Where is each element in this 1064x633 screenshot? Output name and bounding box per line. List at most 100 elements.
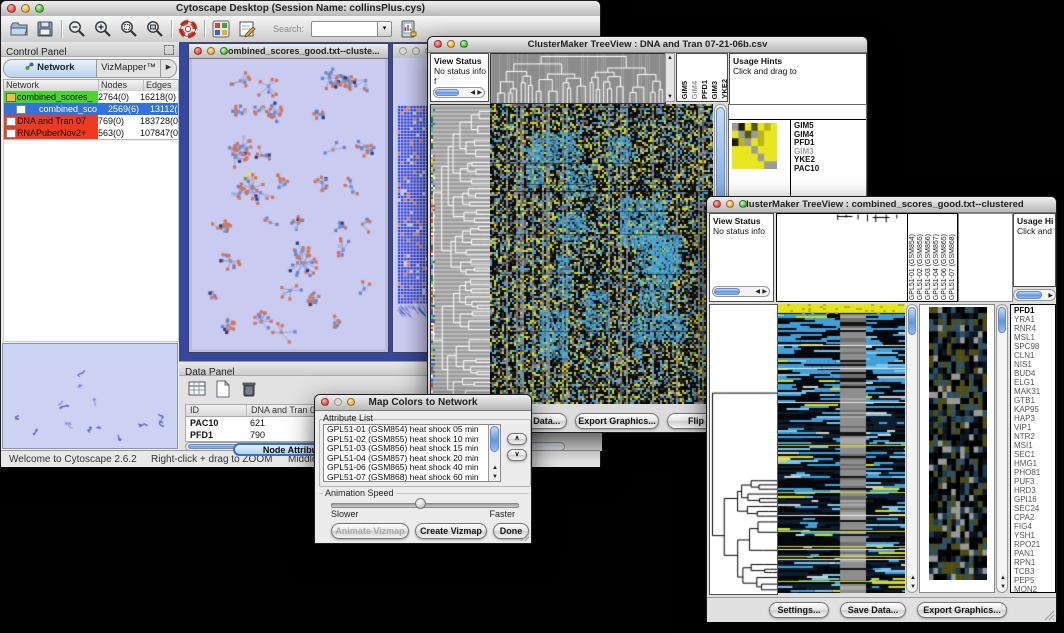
gene-list-scrollbar-top[interactable]: ▶ xyxy=(1013,289,1056,301)
gene-label[interactable]: RPO21 xyxy=(1014,540,1040,549)
attribute-list-scrollbar[interactable]: ▲▼ xyxy=(488,425,500,481)
gene-label[interactable]: HMG1 xyxy=(1014,459,1040,468)
gene-label[interactable]: PHO81 xyxy=(1014,468,1040,477)
tab-vizmapper[interactable]: VizMapper™ xyxy=(97,60,161,77)
zoom-window-icon[interactable] xyxy=(739,200,747,208)
zoom-heatmap-canvas[interactable] xyxy=(929,307,987,580)
heatmap-canvas[interactable] xyxy=(490,104,713,404)
save-data-button[interactable]: Save Data... xyxy=(840,602,906,618)
help-lifesaver-icon[interactable] xyxy=(178,19,198,39)
float-panel-icon[interactable] xyxy=(164,45,174,55)
gene-label[interactable]: MON2 xyxy=(1014,585,1040,593)
gene-label[interactable]: PEP5 xyxy=(1014,576,1040,585)
gene-label[interactable]: MSI1 xyxy=(1014,441,1040,450)
gene-label[interactable]: HAP3 xyxy=(1014,414,1040,423)
zoom-in-icon[interactable] xyxy=(93,19,113,39)
zoom-selected-icon[interactable] xyxy=(119,19,139,39)
create-vizmap-button[interactable]: Create Vizmap xyxy=(415,523,487,539)
delete-attribute-trash-icon[interactable] xyxy=(239,379,259,399)
attribute-list-item[interactable]: GPL51-07 (GSM868) heat shock 60 min xyxy=(324,473,500,483)
close-icon[interactable] xyxy=(713,200,721,208)
birdseye-overview-canvas[interactable] xyxy=(2,343,178,449)
gene-label[interactable]: TCB3 xyxy=(1014,567,1040,576)
column-label[interactable]: GIM4 xyxy=(690,81,699,99)
gene-label[interactable]: CPA2 xyxy=(1014,513,1040,522)
close-icon[interactable] xyxy=(194,47,202,55)
column-label[interactable]: GPL51-01 (GSM854) xyxy=(909,234,916,300)
attribute-table-icon[interactable] xyxy=(187,379,207,399)
zoom-heatmap-vscrollbar[interactable]: ▲▼ xyxy=(996,304,1008,593)
gene-label[interactable]: NTR2 xyxy=(1014,432,1040,441)
gene-label[interactable]: YRA1 xyxy=(1014,315,1040,324)
gene-label[interactable]: RPN1 xyxy=(1014,558,1040,567)
gene-label[interactable]: MAK31 xyxy=(1014,387,1040,396)
animate-vizmap-button[interactable]: Animate Vizmap xyxy=(331,523,409,539)
export-graphics-button[interactable]: Export Graphics... xyxy=(575,413,659,429)
gene-label[interactable]: HRD3 xyxy=(1014,486,1040,495)
dendrogram-scroll-strip[interactable]: ▲▼ xyxy=(665,53,675,102)
gene-label[interactable]: VIP1 xyxy=(1014,423,1040,432)
network-list-row[interactable]: combined_sco 2569(6) 13112(15) xyxy=(4,103,178,115)
zoom-window-icon[interactable] xyxy=(460,40,468,48)
gene-label[interactable]: SEC1 xyxy=(1014,450,1040,459)
column-label[interactable]: GIM3 xyxy=(710,81,719,99)
gene-label[interactable]: PAN1 xyxy=(1014,549,1040,558)
settings-button[interactable]: Settings... xyxy=(769,602,829,618)
gene-label[interactable]: RNR4 xyxy=(1014,324,1040,333)
zoom-window-icon[interactable] xyxy=(347,398,355,406)
close-icon[interactable] xyxy=(7,4,16,13)
column-dendrogram-canvas[interactable] xyxy=(490,53,666,104)
resize-grip-icon[interactable] xyxy=(520,532,530,542)
minimize-icon[interactable] xyxy=(21,4,30,13)
animation-slider-thumb[interactable] xyxy=(415,498,426,509)
column-label[interactable]: PFD1 xyxy=(700,80,709,99)
search-dropdown-icon[interactable]: ▾ xyxy=(377,21,392,37)
move-up-button[interactable]: ∧ xyxy=(507,433,527,445)
close-icon[interactable] xyxy=(321,398,329,406)
gene-label[interactable]: MSL1 xyxy=(1014,333,1040,342)
gene-label[interactable]: SEC24 xyxy=(1014,504,1040,513)
main-titlebar[interactable]: Cytoscape Desktop (Session Name: collins… xyxy=(1,1,600,17)
gene-label[interactable]: NIS1 xyxy=(1014,360,1040,369)
row-dendrogram-canvas[interactable] xyxy=(709,304,778,595)
heatmap-vscrollbar[interactable]: ▲▼ xyxy=(906,304,918,593)
column-dendrogram-canvas[interactable] xyxy=(776,213,909,302)
gene-label[interactable]: SPC98 xyxy=(1014,342,1040,351)
treeview1-titlebar[interactable]: ClusterMaker TreeView : DNA and Tran 07-… xyxy=(428,37,867,53)
zoom-fit-icon[interactable] xyxy=(145,19,165,39)
zoom-window-icon[interactable] xyxy=(220,47,228,55)
search-input[interactable] xyxy=(311,21,378,37)
gene-label[interactable]: PUF3 xyxy=(1014,477,1040,486)
gene-label[interactable]: PAC10 xyxy=(794,165,819,174)
heatmap-canvas[interactable] xyxy=(778,304,905,593)
tab-overflow-icon[interactable]: ▶ xyxy=(161,60,176,77)
move-down-button[interactable]: ∨ xyxy=(507,449,527,461)
vizmapper-icon[interactable] xyxy=(211,19,231,39)
gene-label[interactable]: BUD4 xyxy=(1014,369,1040,378)
resize-grip-icon[interactable] xyxy=(1043,609,1055,621)
attribute-list[interactable]: GPL51-01 (GSM854) heat shock 05 minGPL51… xyxy=(323,424,501,482)
network-list-row[interactable]: RNAPuberNov2+ 563(0) 107847(0) xyxy=(4,127,178,139)
column-label[interactable]: GPL51-06 (GSM865) xyxy=(941,234,948,300)
column-header-id[interactable]: ID xyxy=(186,405,247,416)
network-view-canvas[interactable] xyxy=(192,59,385,349)
close-icon[interactable] xyxy=(399,47,407,55)
network-list-row[interactable]: DNA and Tran 07 769(0) 183728(0) xyxy=(4,115,178,127)
column-label[interactable]: GPL51-03 (GSM856) xyxy=(925,234,932,300)
minimize-icon[interactable] xyxy=(207,47,215,55)
treeview2-titlebar[interactable]: ClusterMaker TreeView : combined_scores_… xyxy=(707,197,1056,213)
gene-label[interactable]: ELG1 xyxy=(1014,378,1040,387)
gene-label[interactable]: GTB1 xyxy=(1014,396,1040,405)
mini-heatmap-canvas[interactable] xyxy=(732,123,777,169)
open-folder-icon[interactable] xyxy=(9,19,29,39)
column-label[interactable]: GPL51-04 (GSM857) xyxy=(933,234,940,300)
gene-label[interactable]: YSH1 xyxy=(1014,531,1040,540)
network-list-row[interactable]: combined_scores_ 2764(0) 16218(0) xyxy=(4,91,178,103)
minimize-icon[interactable] xyxy=(447,40,455,48)
column-label[interactable]: GPL51-07 (GSM868) xyxy=(949,234,956,300)
column-label[interactable]: YKE2 xyxy=(720,79,728,99)
close-icon[interactable] xyxy=(434,40,442,48)
gene-label[interactable]: KAP95 xyxy=(1014,405,1040,414)
view-status-scrollbar[interactable]: ◀▶ xyxy=(433,87,485,98)
export-graphics-button[interactable]: Export Graphics... xyxy=(917,602,1007,618)
